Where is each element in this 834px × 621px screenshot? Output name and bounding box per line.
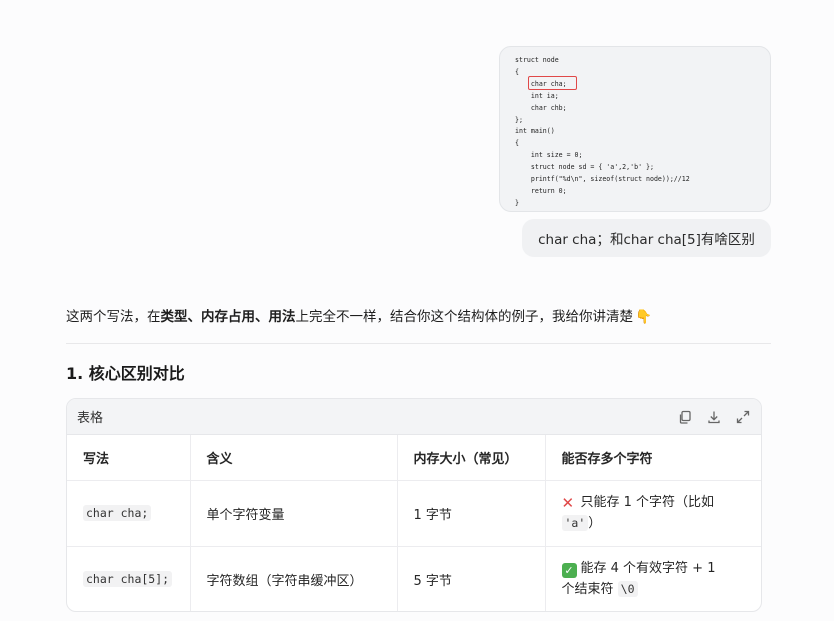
reply-intro-before: 这两个写法，在 (66, 309, 161, 325)
table-cell-size: 5 字节 (397, 546, 546, 611)
table-header-cell: 能否存多个字符 (545, 435, 761, 481)
table-header-row: 写法 含义 内存大小（常见） 能否存多个字符 (67, 435, 761, 481)
table-cell-code: char cha; (67, 480, 191, 547)
section-heading: 1. 核心区别对比 (66, 364, 185, 383)
code-highlight-box (528, 76, 577, 90)
multi-text: 只能存 1 个字符（比如 (580, 495, 715, 510)
table-cell-code: char cha[5]; (67, 546, 191, 611)
cross-mark-icon: ✕ (561, 494, 575, 512)
copy-icon[interactable] (677, 409, 693, 425)
reply-intro-after: 上完全不一样，结合你这个结构体的例子，我给你讲清楚 (295, 309, 634, 325)
pointing-down-icon: 👇 (635, 309, 652, 325)
download-icon[interactable] (706, 409, 722, 425)
check-mark-icon: ✓ (561, 563, 577, 579)
table-row: char cha[5]; 字符数组（字符串缓冲区） 5 字节 ✓ 能存 4 个有效… (67, 546, 761, 611)
inline-code: 'a' (561, 515, 589, 531)
table-cell-meaning: 单个字符变量 (190, 480, 398, 547)
table-title: 表格 (77, 411, 104, 426)
table-tools (677, 409, 751, 425)
table-header-cell: 含义 (190, 435, 398, 481)
table-toolbar: 表格 (67, 399, 761, 435)
table-cell-multi: ✕ 只能存 1 个字符（比如 'a'） (545, 480, 761, 547)
inline-code: \0 (617, 581, 638, 598)
table-row: char cha; 单个字符变量 1 字节 ✕ 只能存 1 个字符（比如 'a'） (67, 480, 761, 547)
user-message-bubble: char cha；和char cha[5]有啥区别 (522, 219, 771, 257)
table-cell-size: 1 字节 (397, 480, 546, 547)
divider (66, 343, 771, 344)
multi-text: 能存 4 个有效字符 + 1 (580, 561, 716, 577)
multi-tail: ） (588, 516, 602, 531)
comparison-table-card: 表格 写法 含义 内存大小（常见） 能否存多个字符 char cha; 单个字符… (66, 398, 762, 612)
table-header-cell: 写法 (67, 435, 191, 481)
code-screenshot-image[interactable]: struct node { char cha; int ia; char chb… (499, 46, 771, 212)
inline-code: char cha; (83, 504, 152, 521)
multi-text-2: 个结束符 (561, 582, 614, 598)
comparison-table: 写法 含义 内存大小（常见） 能否存多个字符 char cha; 单个字符变量 … (67, 435, 761, 611)
table-cell-multi: ✓ 能存 4 个有效字符 + 1 个结束符 \0 (545, 546, 761, 611)
inline-code: char cha[5]; (83, 570, 173, 587)
user-message-text: char cha；和char cha[5]有啥区别 (538, 232, 755, 248)
reply-intro-bold: 类型、内存占用、用法 (160, 309, 296, 325)
table-header-cell: 内存大小（常见） (397, 435, 546, 481)
expand-icon[interactable] (735, 409, 751, 425)
reply-intro: 这两个写法，在类型、内存占用、用法上完全不一样，结合你这个结构体的例子，我给你讲… (66, 307, 776, 327)
table-cell-meaning: 字符数组（字符串缓冲区） (190, 546, 398, 611)
